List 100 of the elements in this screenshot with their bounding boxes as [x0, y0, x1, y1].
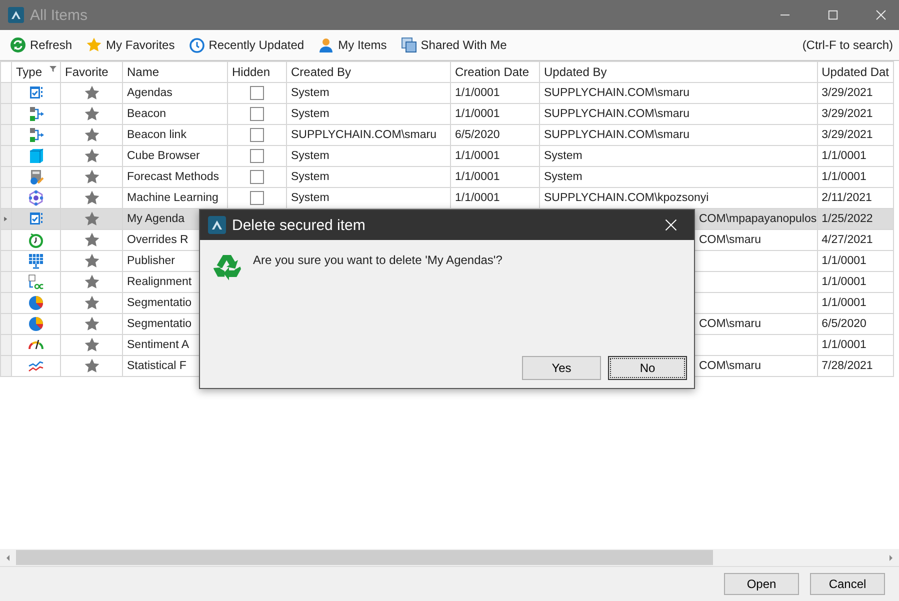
- person-icon: [318, 37, 334, 53]
- table-cell: 1/25/2022: [817, 208, 894, 230]
- dialog-button[interactable]: Yes: [522, 356, 601, 380]
- row-pointer-icon: [3, 215, 9, 223]
- shared-icon: [400, 37, 417, 53]
- table-row[interactable]: Forecast Methods System 1/1/0001 System 1/1/0001: [0, 166, 894, 188]
- table-cell: Agendas: [122, 82, 228, 104]
- table-cell: 7/28/2021: [817, 356, 894, 376]
- table-cell: System: [286, 166, 450, 188]
- scroll-left-icon[interactable]: [4, 554, 12, 562]
- pie-chart-icon: [28, 295, 44, 311]
- flowchart-icon: [28, 127, 44, 143]
- toolbar-button[interactable]: My Favorites: [82, 35, 179, 55]
- star-icon[interactable]: [84, 106, 100, 122]
- agenda-icon: [28, 211, 44, 227]
- table-cell: 3/29/2021: [817, 82, 894, 104]
- column-header[interactable]: Hidden: [228, 62, 286, 82]
- checkbox[interactable]: [250, 191, 264, 205]
- table-cell: System: [286, 82, 450, 104]
- star-icon[interactable]: [84, 316, 100, 332]
- toolbar-button[interactable]: Shared With Me: [396, 35, 511, 55]
- column-header[interactable]: Updated By: [540, 62, 818, 82]
- dialog-button[interactable]: No: [608, 356, 687, 380]
- table-cell: System: [540, 146, 818, 166]
- toolbar-button[interactable]: My Items: [314, 35, 391, 55]
- star-icon[interactable]: [84, 295, 100, 311]
- text-replace-icon: [28, 274, 44, 290]
- column-header[interactable]: Type: [12, 62, 60, 82]
- checkbox[interactable]: [250, 107, 264, 121]
- checkbox[interactable]: [250, 170, 264, 184]
- network-icon: [28, 190, 44, 206]
- app-logo-icon: [208, 216, 226, 234]
- scroll-right-icon[interactable]: [887, 554, 895, 562]
- table-cell: Beacon: [122, 104, 228, 124]
- star-icon[interactable]: [84, 274, 100, 290]
- table-row[interactable]: Beacon link SUPPLYCHAIN.COM\smaru 6/5/2020 SUPPLYCHAIN.COM\smaru 3/29/2021: [0, 124, 894, 146]
- star-icon[interactable]: [84, 148, 100, 164]
- table-cell: 6/5/2020: [817, 314, 894, 334]
- star-icon[interactable]: [84, 253, 100, 269]
- table-cell: 4/27/2021: [817, 230, 894, 250]
- horizontal-scrollbar[interactable]: [0, 549, 899, 566]
- star-icon[interactable]: [84, 127, 100, 143]
- table-cell: System: [286, 104, 450, 124]
- table-cell: 3/29/2021: [817, 124, 894, 146]
- table-cell: Cube Browser: [122, 146, 228, 166]
- table-row[interactable]: Beacon System 1/1/0001 SUPPLYCHAIN.COM\smaru 3/29/2021: [0, 104, 894, 124]
- maximize-icon[interactable]: [827, 9, 839, 21]
- dialog-message: Are you sure you want to delete 'My Agendas'?: [253, 252, 502, 267]
- checkbox[interactable]: [250, 128, 264, 142]
- toolbar-button[interactable]: Refresh: [6, 35, 76, 55]
- filter-icon[interactable]: [49, 65, 57, 73]
- star-icon: [86, 37, 102, 53]
- table-cell: 1/1/0001: [817, 292, 894, 314]
- table-cell: 1/1/0001: [817, 250, 894, 272]
- checkbox[interactable]: [250, 86, 264, 100]
- table-cell: 1/1/0001: [817, 166, 894, 188]
- dialog-button[interactable]: Cancel: [810, 573, 885, 595]
- app-logo-icon: [8, 7, 24, 23]
- star-icon[interactable]: [84, 85, 100, 101]
- table-cell: SUPPLYCHAIN.COM\smaru: [540, 104, 818, 124]
- table-cell: 3/29/2021: [817, 104, 894, 124]
- cube-icon: [28, 148, 44, 164]
- table-cell: SUPPLYCHAIN.COM\smaru: [286, 124, 450, 146]
- table-cell: Forecast Methods: [122, 166, 228, 188]
- agenda-icon: [28, 85, 44, 101]
- toolbar-button[interactable]: Recently Updated: [184, 35, 308, 55]
- star-icon[interactable]: [84, 190, 100, 206]
- star-icon[interactable]: [84, 232, 100, 248]
- column-header[interactable]: Name: [122, 62, 228, 82]
- table-cell: 1/1/0001: [450, 166, 540, 188]
- star-icon[interactable]: [84, 358, 100, 374]
- checkbox[interactable]: [250, 149, 264, 163]
- column-header[interactable]: Favorite: [60, 62, 122, 82]
- star-icon[interactable]: [84, 337, 100, 353]
- table-cell: 6/5/2020: [450, 124, 540, 146]
- calculator-icon: [28, 169, 44, 185]
- scrollbar-thumb[interactable]: [16, 550, 713, 565]
- table-cell: 1/1/0001: [817, 146, 894, 166]
- table-row[interactable]: Cube Browser System 1/1/0001 System 1/1/0001: [0, 146, 894, 166]
- table-cell: 1/1/0001: [817, 334, 894, 356]
- refresh-icon: [10, 37, 26, 53]
- column-header[interactable]: Created By: [286, 62, 450, 82]
- star-icon[interactable]: [84, 169, 100, 185]
- star-icon[interactable]: [84, 211, 100, 227]
- stopwatch-icon: [28, 232, 44, 248]
- presentation-icon: [28, 253, 44, 269]
- column-header[interactable]: Creation Date: [450, 62, 540, 82]
- table-cell: 1/1/0001: [450, 104, 540, 124]
- column-header[interactable]: Updated Dat: [817, 62, 894, 82]
- table-cell: Beacon link: [122, 124, 228, 146]
- table-cell: System: [286, 146, 450, 166]
- flowchart-icon: [28, 106, 44, 122]
- table-row[interactable]: Agendas System 1/1/0001 SUPPLYCHAIN.COM\smaru 3/29/2021: [0, 82, 894, 104]
- window-title: All Items: [30, 6, 88, 24]
- table-cell: SUPPLYCHAIN.COM\smaru: [540, 82, 818, 104]
- table-cell: 1/1/0001: [450, 146, 540, 166]
- table-cell: System: [540, 166, 818, 188]
- clock-icon: [188, 37, 205, 53]
- pie-chart-icon: [28, 316, 44, 332]
- dialog-button[interactable]: Open: [724, 573, 799, 595]
